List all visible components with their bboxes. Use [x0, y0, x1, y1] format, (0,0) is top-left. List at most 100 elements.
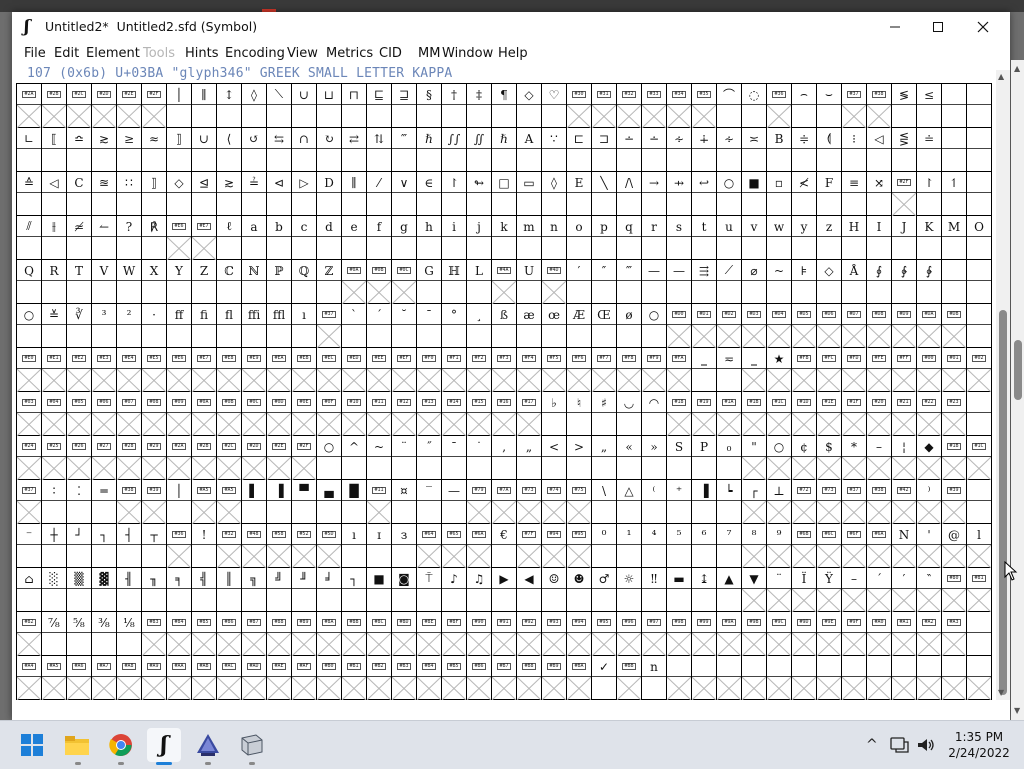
glyph-cell-image[interactable] [417, 545, 441, 568]
glyph-cell-image[interactable] [17, 193, 41, 216]
glyph-cell-label[interactable]: ⇶ [692, 260, 716, 281]
glyph-cell-image[interactable] [542, 369, 566, 392]
glyph-cell-image[interactable] [367, 149, 391, 172]
glyph-cell-image[interactable] [117, 281, 141, 304]
glyph-cell-label[interactable]: ═ [92, 480, 116, 501]
glyph-cell-label[interactable]: – [867, 436, 891, 457]
outer-scrollbar[interactable]: ▲ ▼ [1011, 60, 1024, 720]
glyph-cell-label[interactable]: #2B [42, 84, 66, 105]
glyph-cell-image[interactable] [217, 325, 241, 348]
glyph-cell-label[interactable]: h [417, 216, 441, 237]
glyph-cell-label[interactable] [842, 656, 866, 677]
glyph-cell-label[interactable]: #AC [217, 656, 241, 677]
glyph-cell-label[interactable]: ╝ [267, 568, 291, 589]
glyph-cell-label[interactable]: #94 [567, 612, 591, 633]
glyph-cell-label[interactable]: ˙ [467, 436, 491, 457]
glyph-cell-image[interactable] [567, 545, 591, 568]
glyph-cell-image[interactable] [567, 149, 591, 172]
glyph-cell-label[interactable]: ≥ [117, 128, 141, 149]
glyph-cell-label[interactable]: ◆ [917, 436, 941, 457]
glyph-cell-label[interactable]: J [892, 216, 916, 237]
glyph-cell-label[interactable]: Œ [592, 304, 616, 325]
glyph-cell-label[interactable]: #8D [392, 612, 416, 633]
glyph-cell-image[interactable] [717, 545, 741, 568]
glyph-cell-label[interactable]: C [67, 172, 91, 193]
glyph-cell-label[interactable]: #6F [842, 524, 866, 545]
glyph-cell-label[interactable]: #FD [842, 348, 866, 369]
glyph-cell-label[interactable]: ▫ [767, 172, 791, 193]
glyph-cell-label[interactable]: e [342, 216, 366, 237]
glyph-cell-label[interactable]: ı [342, 524, 366, 545]
glyph-cell-label[interactable]: #F1 [442, 348, 466, 369]
glyph-cell-image[interactable] [292, 413, 316, 436]
glyph-cell-label[interactable]: #FA [667, 348, 691, 369]
glyph-cell-label[interactable]: #D2 [717, 304, 741, 325]
glyph-cell-label[interactable]: ¢ [792, 436, 816, 457]
glyph-cell-image[interactable] [17, 105, 41, 128]
glyph-cell-image[interactable] [267, 589, 291, 612]
glyph-cell-label[interactable]: » [642, 436, 666, 457]
glyph-cell-label[interactable]: fi [192, 304, 216, 325]
glyph-cell-label[interactable]: ∔ [692, 128, 716, 149]
glyph-cell-label[interactable]: ↺ [242, 128, 266, 149]
glyph-cell-image[interactable] [617, 677, 641, 700]
glyph-cell-label[interactable]: — [642, 260, 666, 281]
glyph-cell-label[interactable]: #EA [267, 348, 291, 369]
glyph-cell-image[interactable] [517, 545, 541, 568]
glyph-cell-label[interactable]: #E9 [242, 348, 266, 369]
glyph-cell-image[interactable] [817, 413, 841, 436]
glyph-cell-label[interactable]: #2F [892, 172, 916, 193]
glyph-cell-label[interactable]: #B7 [492, 656, 516, 677]
glyph-cell-image[interactable] [92, 369, 116, 392]
glyph-cell-label[interactable]: #EF [392, 348, 416, 369]
glyph-cell-image[interactable] [917, 281, 941, 304]
glyph-cell-image[interactable] [792, 325, 816, 348]
glyph-cell-image[interactable] [367, 105, 391, 128]
glyph-cell-label[interactable]: → [642, 172, 666, 193]
glyph-cell-label[interactable]: #84 [167, 612, 191, 633]
glyph-cell-image[interactable] [942, 325, 966, 348]
glyph-cell-image[interactable] [442, 545, 466, 568]
glyph-cell-label[interactable]: #0E [292, 392, 316, 413]
glyph-cell-label[interactable]: ┐ [342, 568, 366, 589]
glyph-cell-label[interactable]: ⟋ [717, 260, 741, 281]
glyph-cell-label[interactable]: ▐ [692, 480, 716, 501]
glyph-cell-label[interactable]: #E3 [92, 348, 116, 369]
glyph-cell-label[interactable]: #0C [242, 392, 266, 413]
glyph-cell-label[interactable]: #99 [692, 612, 716, 633]
glyph-cell-image[interactable] [542, 457, 566, 480]
glyph-cell-image[interactable] [117, 193, 141, 216]
glyph-cell-image[interactable] [892, 369, 916, 392]
glyph-cell-image[interactable] [742, 105, 766, 128]
glyph-cell-label[interactable]: ⌀ [742, 260, 766, 281]
glyph-cell-label[interactable]: ◙ [392, 568, 416, 589]
glyph-cell-image[interactable] [442, 677, 466, 700]
glyph-cell-label[interactable]: #02 [967, 348, 991, 369]
glyph-cell-label[interactable]: f [367, 216, 391, 237]
glyph-cell-label[interactable]: ∲ [892, 260, 916, 281]
glyph-cell-image[interactable] [817, 677, 841, 700]
glyph-cell-image[interactable] [767, 149, 791, 172]
glyph-cell-image[interactable] [192, 501, 216, 524]
glyph-cell-image[interactable] [967, 589, 991, 612]
glyph-cell-label[interactable]: ⊑ [367, 84, 391, 105]
glyph-cell-label[interactable]: #FF [892, 348, 916, 369]
glyph-cell-image[interactable] [592, 677, 616, 700]
glyph-cell-image[interactable] [167, 501, 191, 524]
glyph-cell-image[interactable] [717, 457, 741, 480]
glyph-cell-label[interactable]: #2C [217, 436, 241, 457]
glyph-cell-label[interactable]: #E0 [17, 348, 41, 369]
glyph-cell-image[interactable] [642, 237, 666, 260]
glyph-cell-image[interactable] [342, 193, 366, 216]
glyph-cell-image[interactable] [767, 501, 791, 524]
glyph-cell-image[interactable] [292, 633, 316, 656]
glyph-cell-image[interactable] [942, 457, 966, 480]
glyph-cell-label[interactable]: ⇄ [342, 128, 366, 149]
glyph-cell-label[interactable]: ℟ [142, 216, 166, 237]
glyph-cell-image[interactable] [942, 237, 966, 260]
glyph-cell-label[interactable]: #91 [492, 612, 516, 633]
glyph-cell-image[interactable] [867, 413, 891, 436]
glyph-cell-image[interactable] [67, 677, 91, 700]
glyph-cell-label[interactable]: #D1 [692, 304, 716, 325]
glyph-cell-label[interactable]: ┬ [142, 524, 166, 545]
